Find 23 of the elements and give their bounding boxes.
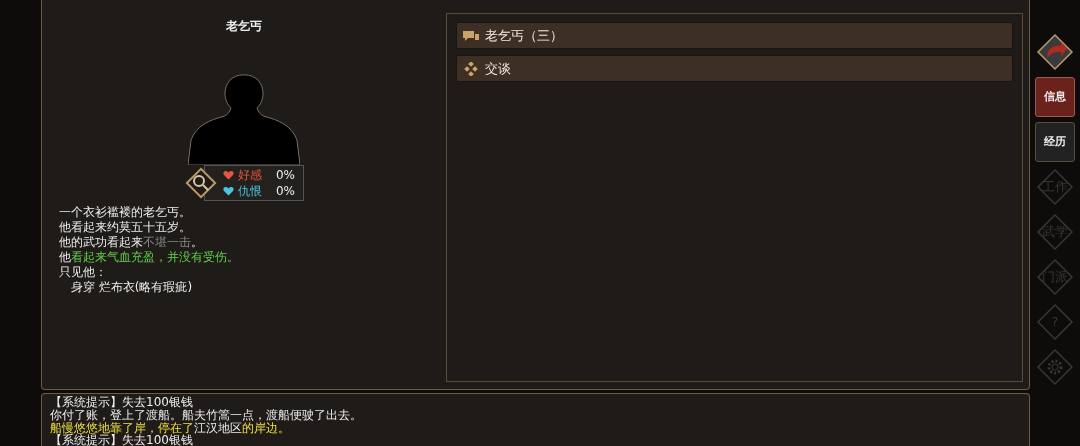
heart-icon: [222, 170, 234, 180]
option-button[interactable]: 交谈: [456, 55, 1013, 82]
log-line: 你付了账，登上了渡船。船夫竹篙一点，渡船便驶了出去。: [50, 408, 363, 422]
description-line: 他的武功看起来不堪一击。: [59, 235, 204, 250]
description-line: 他看起来气血充盈，并没有受伤。: [59, 250, 240, 265]
description-line: 只见他：: [59, 265, 108, 280]
relation-label: 仇恨: [237, 183, 262, 199]
npc-name: 老乞丐: [226, 18, 262, 35]
log-line: 【系统提示】失去100银钱: [50, 434, 193, 446]
relation-label: 好感: [237, 167, 262, 183]
log-line: 【系统提示】失去100银钱: [50, 396, 194, 409]
description-line: 身穿 烂布衣(略有瑕疵): [70, 280, 194, 295]
sidebar-tab[interactable]: 信息: [1035, 77, 1075, 117]
description-line: 他看起来约莫五十五岁。: [59, 220, 192, 235]
chat-icon: [463, 28, 479, 43]
log-line: 船慢悠悠地靠了岸，停在了江汉地区的岸边。: [50, 421, 290, 435]
heart-icon: [222, 186, 234, 196]
option-button[interactable]: 老乞丐（三）: [456, 22, 1013, 49]
sidebar-tab[interactable]: 经历: [1035, 122, 1075, 162]
diamonds-icon: [463, 61, 479, 76]
description-line: 一个衣衫褴褛的老乞丐。: [59, 205, 192, 220]
relation-value: 0%: [275, 167, 295, 183]
relation-value: 0%: [275, 183, 295, 199]
